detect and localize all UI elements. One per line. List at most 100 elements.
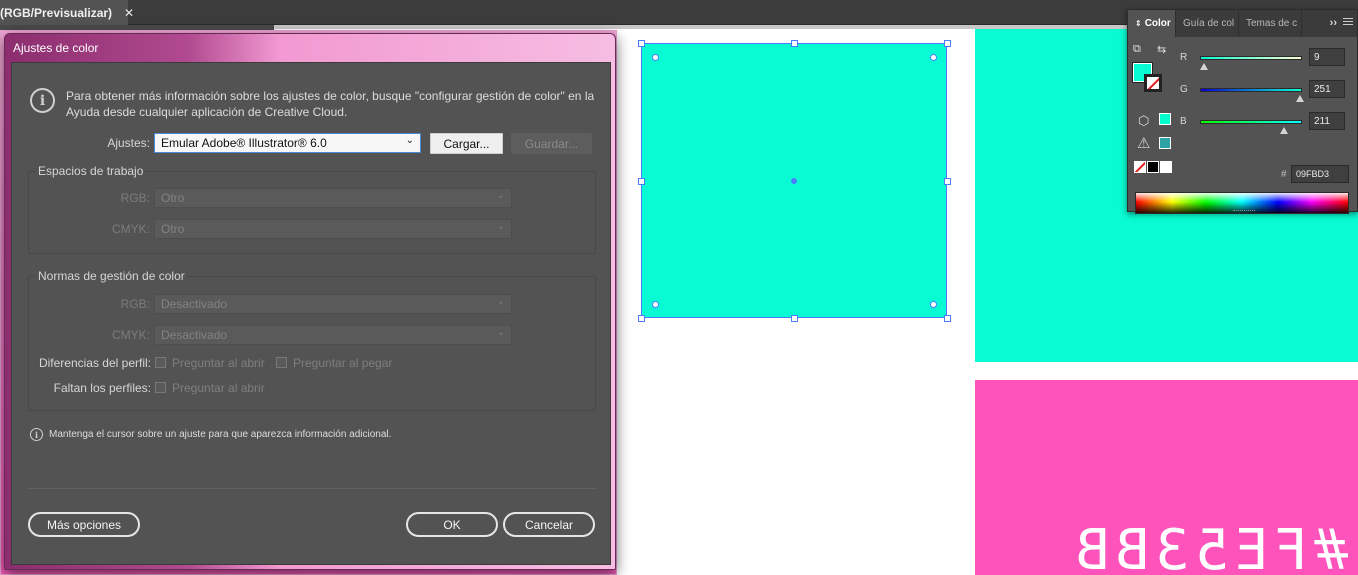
fill-stroke-widget: ⧉ ⇆: [1132, 41, 1177, 95]
slider-g-thumb[interactable]: [1296, 95, 1305, 102]
mismatch-ask-paste-checkbox[interactable]: [276, 357, 287, 368]
policy-cmyk-label: CMYK:: [111, 328, 150, 342]
policies-title: Normas de gestión de color: [36, 269, 187, 283]
missing-ask-open-checkbox[interactable]: [155, 382, 166, 393]
out-of-gamut-warning-icon[interactable]: ⚠: [1137, 134, 1150, 152]
slider-r-thumb[interactable]: [1199, 63, 1208, 70]
cancel-button[interactable]: Cancelar: [503, 512, 595, 537]
color-panel-body: ⧉ ⇆ ⬡ ⚠ R 9 G 251 B 211 # 09FBD3: [1128, 37, 1357, 214]
policy-rgb-select[interactable]: Desactivado ⌄: [154, 294, 512, 314]
stroke-swatch[interactable]: [1144, 74, 1162, 92]
workspace-cmyk-value: Otro: [161, 222, 185, 236]
policy-rgb-value: Desactivado: [161, 297, 228, 311]
missing-ask-open-label: Preguntar al abrir: [172, 381, 265, 395]
chevron-down-icon: ⌄: [496, 190, 505, 201]
swap-colors-icon[interactable]: ⇆: [1157, 43, 1166, 56]
panel-menu-icon[interactable]: [1343, 18, 1353, 27]
handle-middle-right[interactable]: [944, 177, 951, 185]
settings-select-value: Emular Adobe® Illustrator® 6.0: [161, 136, 327, 150]
tab-color-label: Color: [1144, 18, 1171, 29]
document-tab-title: (RGB/Previsualizar): [0, 5, 113, 20]
slider-b-value[interactable]: 211: [1309, 112, 1345, 130]
slider-b-letter: B: [1180, 116, 1187, 127]
handle-bottom-center[interactable]: [791, 315, 798, 322]
workspaces-group: [28, 171, 596, 254]
workspace-rgb-select[interactable]: Otro ⌄: [154, 188, 512, 208]
tab-color-guide-label: Guía de col: [1183, 18, 1235, 29]
handle-top-left[interactable]: [638, 40, 645, 47]
settings-select[interactable]: Emular Adobe® Illustrator® 6.0 ⌄: [154, 133, 421, 153]
swatch-pink-label: #FE53BB: [1069, 518, 1348, 575]
save-button[interactable]: Guardar...: [511, 133, 592, 154]
more-tabs-icon[interactable]: ››: [1330, 17, 1337, 29]
missing-profiles-label: Faltan los perfiles:: [53, 381, 151, 395]
collapse-arrows-icon: ⇕: [1135, 19, 1142, 28]
corner-widget-top-right[interactable]: [930, 54, 937, 61]
load-button[interactable]: Cargar...: [430, 133, 503, 154]
color-settings-dialog: Ajustes de color i Para obtener más info…: [4, 33, 616, 570]
swatch-block-pink[interactable]: #FE53BB: [975, 380, 1358, 575]
corner-widget-bottom-left[interactable]: [652, 301, 659, 308]
policy-cmyk-value: Desactivado: [161, 328, 228, 342]
document-tab[interactable]: (RGB/Previsualizar) ✕: [0, 0, 134, 25]
in-gamut-swatch[interactable]: [1159, 137, 1171, 149]
slider-r-value[interactable]: 9: [1309, 48, 1345, 66]
color-panel: ⇕ Color Guía de col Temas de c ›› ⧉ ⇆ ⬡ …: [1127, 9, 1358, 214]
profile-mismatch-label: Diferencias del perfil:: [38, 356, 151, 370]
slider-b[interactable]: B 211: [1180, 112, 1350, 134]
tab-color-themes-label: Temas de c: [1246, 18, 1298, 29]
tab-color-themes[interactable]: Temas de c: [1239, 10, 1302, 37]
mismatch-ask-open-checkbox[interactable]: [155, 357, 166, 368]
workspaces-title: Espacios de trabajo: [36, 164, 146, 178]
center-point: [791, 177, 797, 184]
chevron-down-icon: ⌄: [496, 221, 505, 232]
dialog-title[interactable]: Ajustes de color: [5, 34, 615, 62]
black-swatch[interactable]: [1147, 161, 1159, 173]
dialog-body: i Para obtener más información sobre los…: [11, 62, 611, 565]
slider-g-value[interactable]: 251: [1309, 80, 1345, 98]
slider-b-thumb[interactable]: [1280, 127, 1289, 134]
chevron-down-icon: ⌄: [496, 327, 505, 338]
mismatch-ask-paste-label: Preguntar al pegar: [293, 356, 393, 370]
hint-info-icon: i: [30, 428, 43, 441]
slider-g-letter: G: [1180, 84, 1188, 95]
slider-r-letter: R: [1180, 52, 1188, 63]
chevron-down-icon: ⌄: [496, 296, 505, 307]
handle-bottom-left[interactable]: [638, 315, 645, 322]
info-icon: i: [30, 88, 55, 113]
handle-middle-left[interactable]: [638, 177, 645, 185]
settings-label: Ajustes:: [107, 136, 150, 150]
none-swatch[interactable]: [1134, 161, 1146, 173]
hex-label: #: [1281, 169, 1287, 180]
handle-top-right[interactable]: [944, 40, 951, 47]
workspace-rgb-label: RGB:: [120, 191, 150, 205]
corner-widget-top-left[interactable]: [652, 54, 659, 61]
tab-color[interactable]: ⇕ Color: [1128, 10, 1176, 37]
corner-widget-bottom-right[interactable]: [930, 301, 937, 308]
default-colors-icon[interactable]: ⧉: [1133, 43, 1141, 56]
slider-g-track[interactable]: [1200, 88, 1302, 92]
hint-text: Mantenga el cursor sobre un ajuste para …: [49, 429, 392, 440]
white-swatch[interactable]: [1160, 161, 1172, 173]
policy-rgb-label: RGB:: [120, 297, 150, 311]
handle-bottom-right[interactable]: [944, 315, 951, 322]
handle-top-center[interactable]: [791, 40, 798, 47]
more-options-button[interactable]: Más opciones: [28, 512, 140, 537]
footer-divider: [28, 488, 596, 489]
slider-g[interactable]: G 251: [1180, 80, 1350, 102]
ok-button[interactable]: OK: [406, 512, 498, 537]
slider-r[interactable]: R 9: [1180, 48, 1350, 70]
web-safe-cube-icon[interactable]: ⬡: [1138, 113, 1149, 129]
slider-r-track[interactable]: [1200, 56, 1302, 60]
close-icon[interactable]: ✕: [124, 6, 134, 20]
workspace-cmyk-select[interactable]: Otro ⌄: [154, 219, 512, 239]
panel-resize-grip[interactable]: [1233, 210, 1255, 213]
web-safe-swatch[interactable]: [1159, 113, 1171, 125]
policy-cmyk-select[interactable]: Desactivado ⌄: [154, 325, 512, 345]
slider-b-track[interactable]: [1200, 120, 1302, 124]
chevron-down-icon: ⌄: [405, 135, 414, 146]
workspace-cmyk-label: CMYK:: [111, 222, 150, 236]
tab-color-guide[interactable]: Guía de col: [1176, 10, 1239, 37]
hex-input[interactable]: 09FBD3: [1291, 165, 1349, 183]
mismatch-ask-open-label: Preguntar al abrir: [172, 356, 265, 370]
